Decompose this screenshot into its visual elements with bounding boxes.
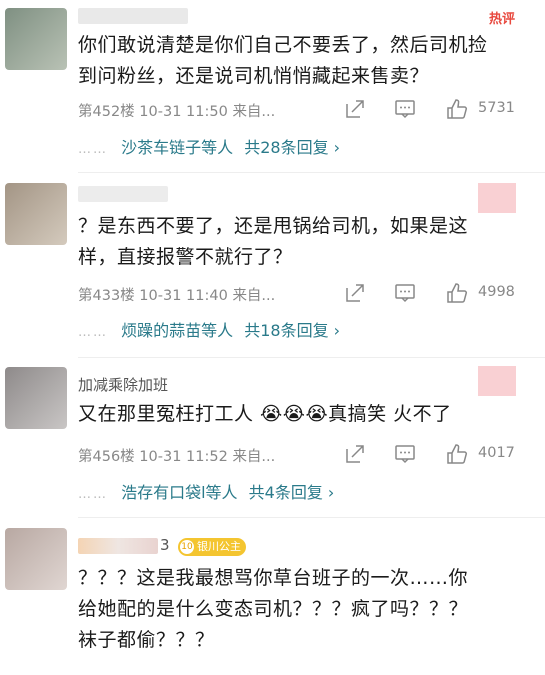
avatar[interactable] [5,8,67,70]
floor-time-source: 第433楼 10-31 11:40 来自... [78,288,276,304]
reply-dots: …… [78,325,108,340]
like-count: 4017 [478,445,515,461]
blurred-decoration [478,366,516,396]
avatar[interactable] [5,528,67,590]
floor-time-source: 第456楼 10-31 11:52 来自... [78,449,276,465]
divider [78,172,545,173]
reply-users[interactable]: 浩存有口袋l等人 [121,483,237,502]
badge-level: 10 [180,540,194,554]
reply-dots: …… [78,142,108,157]
badge-text: 银川公主 [197,540,241,553]
username[interactable]: 加减乘除加班 [78,374,168,395]
comment-icon[interactable] [394,282,416,304]
username[interactable]: 3 [160,536,170,554]
username-blurred[interactable] [78,538,158,554]
divider [78,517,545,518]
avatar[interactable] [5,183,67,245]
divider [78,357,545,358]
thumbs-up-icon[interactable] [446,282,468,304]
fan-badge[interactable]: 10 银川公主 [178,538,246,556]
comment-icon[interactable] [394,98,416,120]
comment-text: 你们敢说清楚是你们自己不要丢了，然后司机捡 到问粉丝，还是说司机悄悄藏起来售卖？ [78,34,488,87]
hot-comment-badge: 热评 [488,12,515,27]
replies-link[interactable]: …… 沙茶车链子等人 共28条回复 › [78,134,535,158]
replies-link[interactable]: …… 浩存有口袋l等人 共4条回复 › [78,479,535,503]
like-count: 4998 [478,284,515,300]
share-icon[interactable] [344,282,366,304]
comment-icon[interactable] [394,443,416,465]
reply-users[interactable]: 烦躁的蒜苗等人 [121,321,233,340]
comment-meta: 第452楼 10-31 11:50 来自... 5731 [78,98,523,120]
comment-meta: 第433楼 10-31 11:40 来自... 4998 [78,282,523,304]
share-icon[interactable] [344,98,366,120]
thumbs-up-icon[interactable] [446,443,468,465]
comment-text: ？是东西不要了，还是甩锅给司机，如果是这 样，直接报警不就行了？ [78,215,469,268]
username-blurred[interactable] [78,186,168,202]
blurred-decoration [478,183,516,213]
floor-time-source: 第452楼 10-31 11:50 来自... [78,104,276,120]
comment-text: 又在那里冤枉打工人 😭😭😭真搞笑 火不了 [78,403,452,425]
comment-text: ？？？这是我最想骂你草台班子的一次……你 给她配的是什么变态司机？？？疯了吗？？… [78,567,469,651]
reply-total[interactable]: 共18条回复 › [244,321,340,340]
reply-total[interactable]: 共4条回复 › [249,483,335,502]
reply-dots: …… [78,487,108,502]
replies-link[interactable]: …… 烦躁的蒜苗等人 共18条回复 › [78,317,535,341]
reply-users[interactable]: 沙茶车链子等人 [121,138,233,157]
username-blurred[interactable] [78,8,188,24]
share-icon[interactable] [344,443,366,465]
thumbs-up-icon[interactable] [446,98,468,120]
comment-meta: 第456楼 10-31 11:52 来自... 4017 [78,443,523,465]
avatar[interactable] [5,367,67,429]
reply-total[interactable]: 共28条回复 › [244,138,340,157]
like-count: 5731 [478,100,515,116]
